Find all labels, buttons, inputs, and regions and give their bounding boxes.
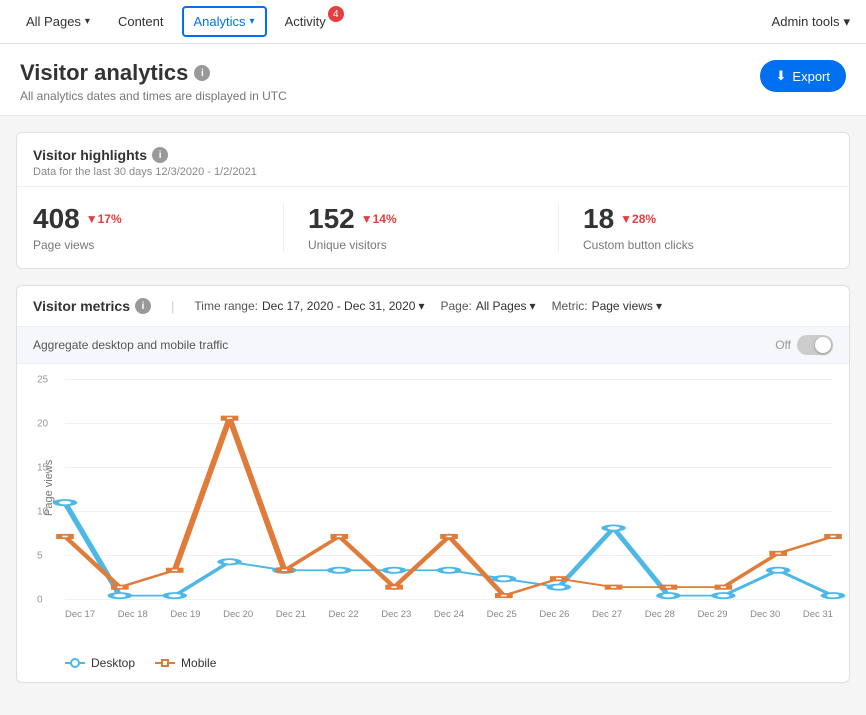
page-header-left: Visitor analytics i All analytics dates … bbox=[20, 60, 287, 103]
highlights-header: Visitor highlights i Data for the last 3… bbox=[17, 133, 849, 187]
nav-activity-label: Activity bbox=[285, 14, 326, 29]
highlight-value: 18 ▼28% bbox=[583, 203, 809, 235]
page-subtitle: All analytics dates and times are displa… bbox=[20, 89, 287, 103]
y-label: 20 bbox=[37, 419, 48, 430]
x-label: Dec 17 bbox=[65, 609, 95, 620]
page-filter: Page: All Pages ▾ bbox=[440, 299, 535, 313]
highlight-change: ▼17% bbox=[86, 212, 122, 226]
highlights-card: Visitor highlights i Data for the last 3… bbox=[16, 132, 850, 269]
nav-content[interactable]: Content bbox=[108, 8, 174, 35]
highlights-subtitle: Data for the last 30 days 12/3/2020 - 1/… bbox=[33, 166, 833, 178]
metrics-header: Visitor metrics i | Time range: Dec 17, … bbox=[17, 286, 849, 326]
x-label: Dec 26 bbox=[539, 609, 569, 620]
metrics-title: Visitor metrics i bbox=[33, 298, 151, 314]
highlights-title: Visitor highlights i bbox=[33, 147, 833, 163]
highlight-value: 152 ▼14% bbox=[308, 203, 534, 235]
legend-desktop: Desktop bbox=[65, 656, 135, 670]
info-icon[interactable]: i bbox=[194, 65, 210, 81]
x-label: Dec 22 bbox=[329, 609, 359, 620]
nav-all-pages-label: All Pages bbox=[26, 14, 81, 29]
chevron-down-icon: ▾ bbox=[418, 299, 424, 313]
aggregate-toggle[interactable] bbox=[797, 335, 833, 355]
chart-svg bbox=[65, 380, 833, 600]
chevron-down-icon: ▾ bbox=[656, 299, 662, 313]
time-range-select[interactable]: Dec 17, 2020 - Dec 31, 2020 ▾ bbox=[262, 299, 424, 313]
x-label: Dec 19 bbox=[170, 609, 200, 620]
y-label: 5 bbox=[37, 551, 43, 562]
highlight-change: ▼14% bbox=[361, 212, 397, 226]
chart-legend: Desktop Mobile bbox=[17, 648, 849, 682]
nav-all-pages[interactable]: All Pages ▾ bbox=[16, 8, 100, 35]
x-label: Dec 27 bbox=[592, 609, 622, 620]
top-navigation: All Pages ▾ Content Analytics ▾ Activity… bbox=[0, 0, 866, 44]
highlights-body: 408 ▼17% Page views 152 ▼14% Unique visi… bbox=[17, 187, 849, 268]
toggle-knob bbox=[815, 337, 831, 353]
legend-mobile: Mobile bbox=[155, 656, 216, 670]
y-label: 0 bbox=[37, 595, 43, 606]
x-label: Dec 29 bbox=[697, 609, 727, 620]
info-icon[interactable]: i bbox=[135, 298, 151, 314]
highlight-label: Page views bbox=[33, 238, 259, 252]
x-label: Dec 24 bbox=[434, 609, 464, 620]
highlight-label: Unique visitors bbox=[308, 238, 534, 252]
x-label: Dec 23 bbox=[381, 609, 411, 620]
nav-analytics[interactable]: Analytics ▾ bbox=[182, 6, 267, 37]
chart-container: Page views 25 20 15 10 bbox=[33, 380, 833, 640]
legend-mobile-label: Mobile bbox=[181, 656, 216, 670]
legend-mobile-icon bbox=[155, 657, 175, 669]
chart-area: Page views 25 20 15 10 bbox=[17, 364, 849, 648]
highlight-page-views: 408 ▼17% Page views bbox=[33, 203, 284, 252]
chart-inner: 25 20 15 10 5 bbox=[65, 380, 833, 620]
x-label: Dec 25 bbox=[487, 609, 517, 620]
nav-activity[interactable]: Activity 4 bbox=[275, 8, 340, 35]
highlight-value: 408 ▼17% bbox=[33, 203, 259, 235]
nav-left: All Pages ▾ Content Analytics ▾ Activity… bbox=[16, 6, 340, 37]
x-label: Dec 31 bbox=[803, 609, 833, 620]
legend-desktop-icon bbox=[65, 657, 85, 669]
y-label: 10 bbox=[37, 507, 48, 518]
info-icon[interactable]: i bbox=[152, 147, 168, 163]
time-range-filter: Time range: Dec 17, 2020 - Dec 31, 2020 … bbox=[194, 299, 424, 313]
highlight-label: Custom button clicks bbox=[583, 238, 809, 252]
chevron-down-icon: ▾ bbox=[85, 16, 90, 27]
x-label: Dec 20 bbox=[223, 609, 253, 620]
nav-content-label: Content bbox=[118, 14, 164, 29]
x-label: Dec 28 bbox=[645, 609, 675, 620]
admin-tools[interactable]: Admin tools ▾ bbox=[772, 14, 850, 30]
page-select[interactable]: All Pages ▾ bbox=[476, 299, 536, 313]
separator: | bbox=[171, 299, 174, 314]
x-label: Dec 21 bbox=[276, 609, 306, 620]
x-label: Dec 30 bbox=[750, 609, 780, 620]
download-icon: ⬇ bbox=[776, 68, 787, 84]
y-label: 15 bbox=[37, 463, 48, 474]
toggle-label: Off bbox=[775, 338, 791, 352]
nav-analytics-label: Analytics bbox=[194, 14, 246, 29]
aggregate-label: Aggregate desktop and mobile traffic bbox=[33, 338, 228, 352]
highlight-button-clicks: 18 ▼28% Custom button clicks bbox=[583, 203, 833, 252]
highlight-change: ▼28% bbox=[620, 212, 656, 226]
export-button[interactable]: ⬇ Export bbox=[760, 60, 846, 92]
y-label: 25 bbox=[37, 375, 48, 386]
chevron-down-icon: ▾ bbox=[250, 16, 255, 27]
highlight-unique-visitors: 152 ▼14% Unique visitors bbox=[308, 203, 559, 252]
page-title: Visitor analytics i bbox=[20, 60, 287, 86]
page-header: Visitor analytics i All analytics dates … bbox=[0, 44, 866, 116]
chevron-down-icon: ▾ bbox=[843, 14, 850, 30]
main-content: Visitor highlights i Data for the last 3… bbox=[0, 116, 866, 715]
legend-desktop-label: Desktop bbox=[91, 656, 135, 670]
metrics-card: Visitor metrics i | Time range: Dec 17, … bbox=[16, 285, 850, 683]
metric-filter: Metric: Page views ▾ bbox=[552, 299, 662, 313]
metric-select[interactable]: Page views ▾ bbox=[592, 299, 662, 313]
chevron-down-icon: ▾ bbox=[530, 299, 536, 313]
admin-tools-label: Admin tools bbox=[772, 14, 840, 29]
aggregate-bar: Aggregate desktop and mobile traffic Off bbox=[17, 326, 849, 364]
activity-badge: 4 bbox=[328, 6, 344, 22]
x-label: Dec 18 bbox=[118, 609, 148, 620]
x-labels: Dec 17 Dec 18 Dec 19 Dec 20 Dec 21 Dec 22 Dec … bbox=[65, 609, 833, 620]
